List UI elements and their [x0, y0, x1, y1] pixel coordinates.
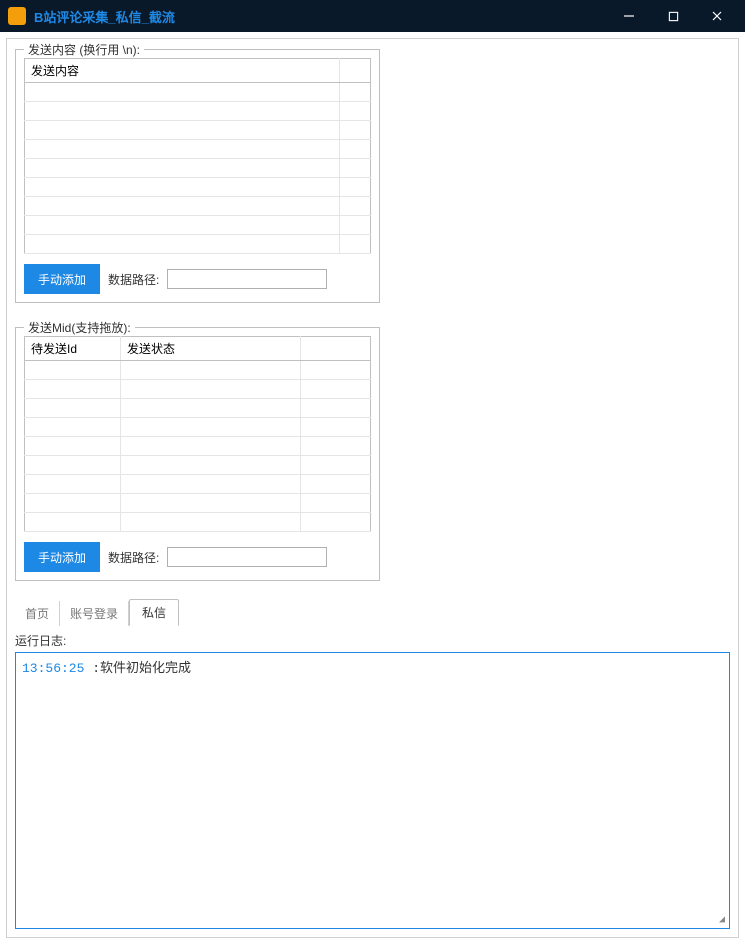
send-mid-add-button[interactable]: 手动添加: [24, 542, 100, 572]
close-button[interactable]: [697, 2, 737, 30]
send-content-group: 发送内容 (换行用 \n): 发送内容: [15, 49, 380, 303]
send-content-header-spacer: [340, 59, 371, 83]
window-controls: [609, 2, 737, 30]
send-mid-table[interactable]: 待发送Id 发送状态: [24, 336, 371, 532]
log-label: 运行日志:: [15, 632, 730, 649]
window-title: B站评论采集_私信_截流: [34, 7, 609, 26]
app-icon: [8, 7, 26, 25]
send-content-header-text: 发送内容: [25, 59, 340, 83]
send-content-path-label: 数据路径:: [108, 271, 159, 288]
maximize-button[interactable]: [653, 2, 693, 30]
tabs: 首页 账号登录 私信: [15, 599, 730, 626]
titlebar: B站评论采集_私信_截流: [0, 0, 745, 32]
minimize-button[interactable]: [609, 2, 649, 30]
send-mid-group: 发送Mid(支持拖放): 待发送Id 发送状态: [15, 327, 380, 581]
send-content-legend: 发送内容 (换行用 \n):: [24, 41, 144, 58]
log-line: 13:56:25 :软件初始化完成: [22, 657, 723, 676]
log-msg: 软件初始化完成: [100, 661, 191, 676]
window-body: 发送内容 (换行用 \n): 发送内容: [0, 32, 745, 944]
log-time: 13:56:25: [22, 661, 84, 676]
send-content-table[interactable]: 发送内容: [24, 58, 371, 254]
send-content-rows: [25, 83, 371, 254]
send-mid-legend: 发送Mid(支持拖放):: [24, 319, 135, 336]
resize-grip-icon: ◢: [719, 914, 725, 926]
tab-login[interactable]: 账号登录: [60, 601, 129, 626]
send-content-path-input[interactable]: [167, 269, 327, 289]
send-content-controls: 手动添加 数据路径:: [24, 264, 371, 294]
send-mid-rows: [25, 361, 371, 532]
log-area[interactable]: 13:56:25 :软件初始化完成 ◢: [15, 652, 730, 929]
log-sep: :: [84, 661, 100, 676]
send-mid-path-label: 数据路径:: [108, 549, 159, 566]
send-mid-controls: 手动添加 数据路径:: [24, 542, 371, 572]
send-mid-header-spacer: [301, 337, 371, 361]
main-panel: 发送内容 (换行用 \n): 发送内容: [6, 38, 739, 938]
send-mid-header-status: 发送状态: [121, 337, 301, 361]
tab-dm[interactable]: 私信: [129, 599, 179, 626]
send-mid-header-id: 待发送Id: [25, 337, 121, 361]
send-mid-path-input[interactable]: [167, 547, 327, 567]
tab-home[interactable]: 首页: [15, 601, 60, 626]
send-content-add-button[interactable]: 手动添加: [24, 264, 100, 294]
